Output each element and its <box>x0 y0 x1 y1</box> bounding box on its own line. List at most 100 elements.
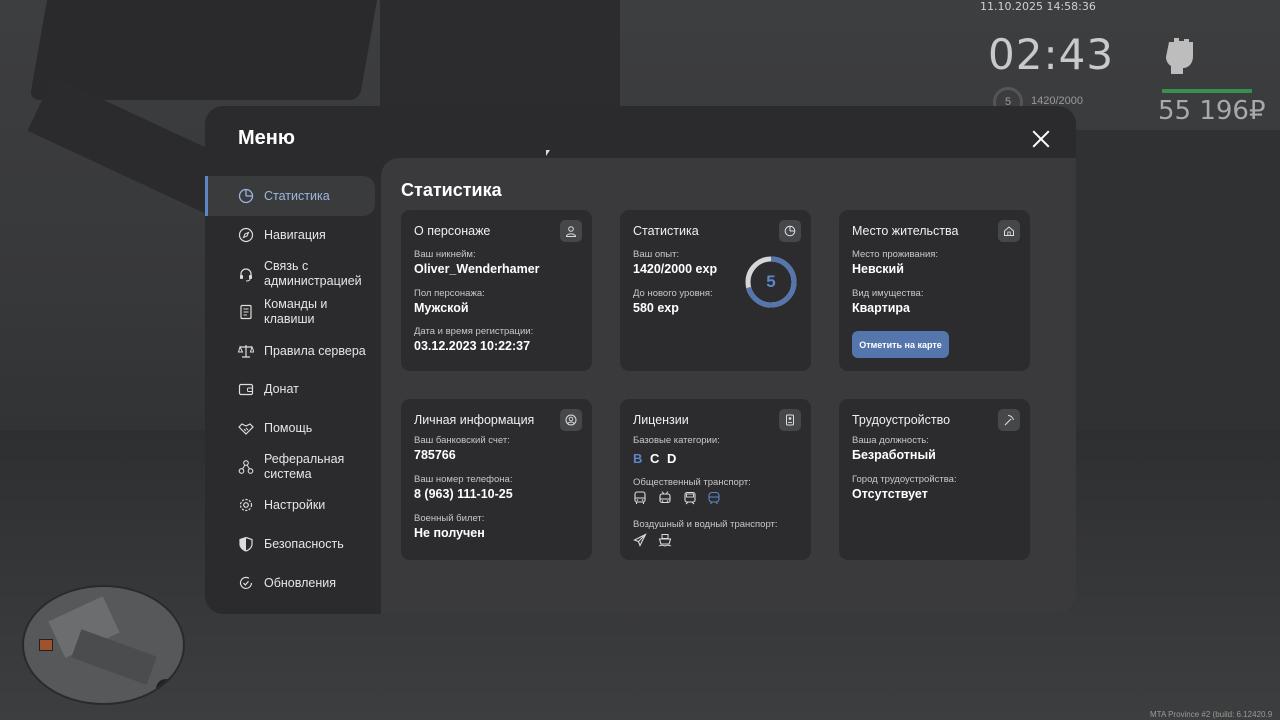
card-title: Трудоустройство <box>852 413 951 427</box>
sidebar-item-updates[interactable]: Обновления <box>205 563 375 603</box>
hud-money: 55 196₽ <box>1158 96 1266 126</box>
license-category-d: D <box>667 451 677 466</box>
health-bar <box>1162 89 1252 93</box>
next-level-label: До нового уровня: <box>633 288 713 299</box>
phone-label: Ваш номер телефона: <box>414 474 513 485</box>
hud-datetime: 11.10.2025 14:58:36 <box>980 0 1096 13</box>
sidebar-item-settings[interactable]: Настройки <box>205 485 375 525</box>
crane-structure <box>380 0 620 110</box>
work-city-label: Город трудоустройства: <box>852 474 957 485</box>
work-city-value: Отсутствует <box>852 487 928 501</box>
subway-icon <box>708 491 720 505</box>
gender-value: Мужской <box>414 301 469 315</box>
sidebar-item-label: Реферальная система <box>264 452 345 481</box>
scales-icon <box>238 343 254 359</box>
user-icon <box>560 220 582 242</box>
nickname-value: Oliver_Wenderhamer <box>414 262 540 276</box>
license-category-c: C <box>650 451 660 466</box>
minimap[interactable]: N <box>22 585 185 705</box>
sidebar-item-commands[interactable]: Команды и клавиши <box>205 292 375 332</box>
pie-chart-icon <box>779 220 801 242</box>
nickname-label: Ваш никнейм: <box>414 249 476 260</box>
sidebar-item-server-rules[interactable]: Правила сервера <box>205 331 375 371</box>
sidebar-item-label: Настройки <box>264 497 326 512</box>
card-licenses: Лицензии Базовые категории: B C D Общест… <box>620 399 811 560</box>
sidebar-item-statistics[interactable]: Статистика <box>205 176 375 216</box>
sidebar-item-security[interactable]: Безопасность <box>205 524 375 564</box>
sidebar-item-label: Помощь <box>264 420 313 435</box>
card-title: Место жительства <box>852 224 959 238</box>
sidebar-item-navigation[interactable]: Навигация <box>205 215 375 255</box>
tram-icon <box>684 491 696 505</box>
hud-clock: 02:43 <box>988 30 1115 79</box>
sidebar-item-admin-contact[interactable]: Связь с администрацией <box>205 254 375 294</box>
sidebar-item-label: Статистика <box>264 188 330 203</box>
headset-icon <box>238 266 254 282</box>
bank-account-value: 785766 <box>414 448 456 462</box>
fist-icon <box>1166 38 1193 74</box>
mouse-cursor <box>546 150 550 156</box>
sidebar-item-help[interactable]: Помощь <box>205 408 375 448</box>
card-employment: Трудоустройство Ваша должность: Безработ… <box>839 399 1030 560</box>
license-card-icon <box>779 409 801 431</box>
phone-value: 8 (963) 111-10-25 <box>414 487 513 501</box>
level-value: 5 <box>766 272 776 291</box>
gear-icon <box>238 497 254 513</box>
basic-categories-label: Базовые категории: <box>633 435 720 446</box>
crane-beam <box>29 0 381 100</box>
registration-value: 03.12.2023 10:22:37 <box>414 339 531 353</box>
military-id-value: Не получен <box>414 526 485 540</box>
handshake-icon <box>238 420 254 436</box>
minimap-marker <box>39 639 53 651</box>
card-residence: Место жительства Место проживания: Невск… <box>839 210 1030 371</box>
user-circle-icon <box>560 409 582 431</box>
mark-on-map-button[interactable]: Отметить на карте <box>852 331 949 358</box>
wallet-icon <box>238 381 254 397</box>
home-icon <box>998 220 1020 242</box>
public-transport-label: Общественный транспорт: <box>633 477 751 488</box>
bus-icon <box>634 491 646 504</box>
exp-value: 1420/2000 exp <box>633 262 718 276</box>
position-label: Ваша должность: <box>852 435 929 446</box>
card-personal: Личная информация Ваш банковский счет: 7… <box>401 399 592 560</box>
registration-label: Дата и время регистрации: <box>414 326 534 337</box>
air-water-transport-label: Воздушный и водный транспорт: <box>633 519 778 530</box>
pickaxe-icon <box>998 409 1020 431</box>
content-panel: Статистика О персонаже Ваш никнейм: Oliv… <box>381 158 1076 614</box>
bank-account-label: Ваш банковский счет: <box>414 435 510 446</box>
exp-label: Ваш опыт: <box>633 249 680 260</box>
residence-value: Невский <box>852 262 904 276</box>
refresh-check-icon <box>238 575 254 591</box>
network-icon <box>238 459 254 475</box>
card-title: Личная информация <box>414 413 535 427</box>
trolleybus-icon <box>659 491 671 504</box>
card-title: Статистика <box>633 224 699 238</box>
menu-title: Меню <box>238 127 295 149</box>
sidebar-item-donate[interactable]: Донат <box>205 369 375 409</box>
pie-chart-icon <box>238 188 254 204</box>
residence-label: Место проживания: <box>852 249 939 260</box>
sidebar-item-label: Безопасность <box>264 536 344 551</box>
build-info: MTA Province #2 (build: 6.12420.9 <box>1150 710 1273 719</box>
sidebar-item-referral[interactable]: Реферальная система <box>205 447 375 487</box>
sidebar-item-label: Донат <box>264 381 299 396</box>
compass-icon <box>238 227 254 243</box>
document-icon <box>238 304 254 320</box>
shield-icon <box>238 536 254 552</box>
card-title: О персонаже <box>414 224 491 238</box>
card-title: Лицензии <box>633 413 689 427</box>
military-id-label: Военный билет: <box>414 513 485 524</box>
next-level-value: 580 exp <box>633 301 679 315</box>
close-button[interactable] <box>1029 127 1053 151</box>
card-character: О персонаже Ваш никнейм: Oliver_Wenderha… <box>401 210 592 371</box>
menu-modal: Меню Статистика Навигация Связь с админи… <box>205 106 1076 614</box>
sidebar-item-label: Команды и клавиши <box>264 297 328 326</box>
minimap-north-indicator: N <box>156 679 176 699</box>
card-stats: Статистика Ваш опыт: 1420/2000 exp До но… <box>620 210 811 371</box>
property-type-value: Квартира <box>852 301 910 315</box>
license-category-b: B <box>633 451 643 466</box>
airplane-icon <box>633 533 647 547</box>
sidebar-item-label: Обновления <box>264 575 336 590</box>
content-title: Статистика <box>401 180 502 200</box>
property-type-label: Вид имущества: <box>852 288 924 299</box>
